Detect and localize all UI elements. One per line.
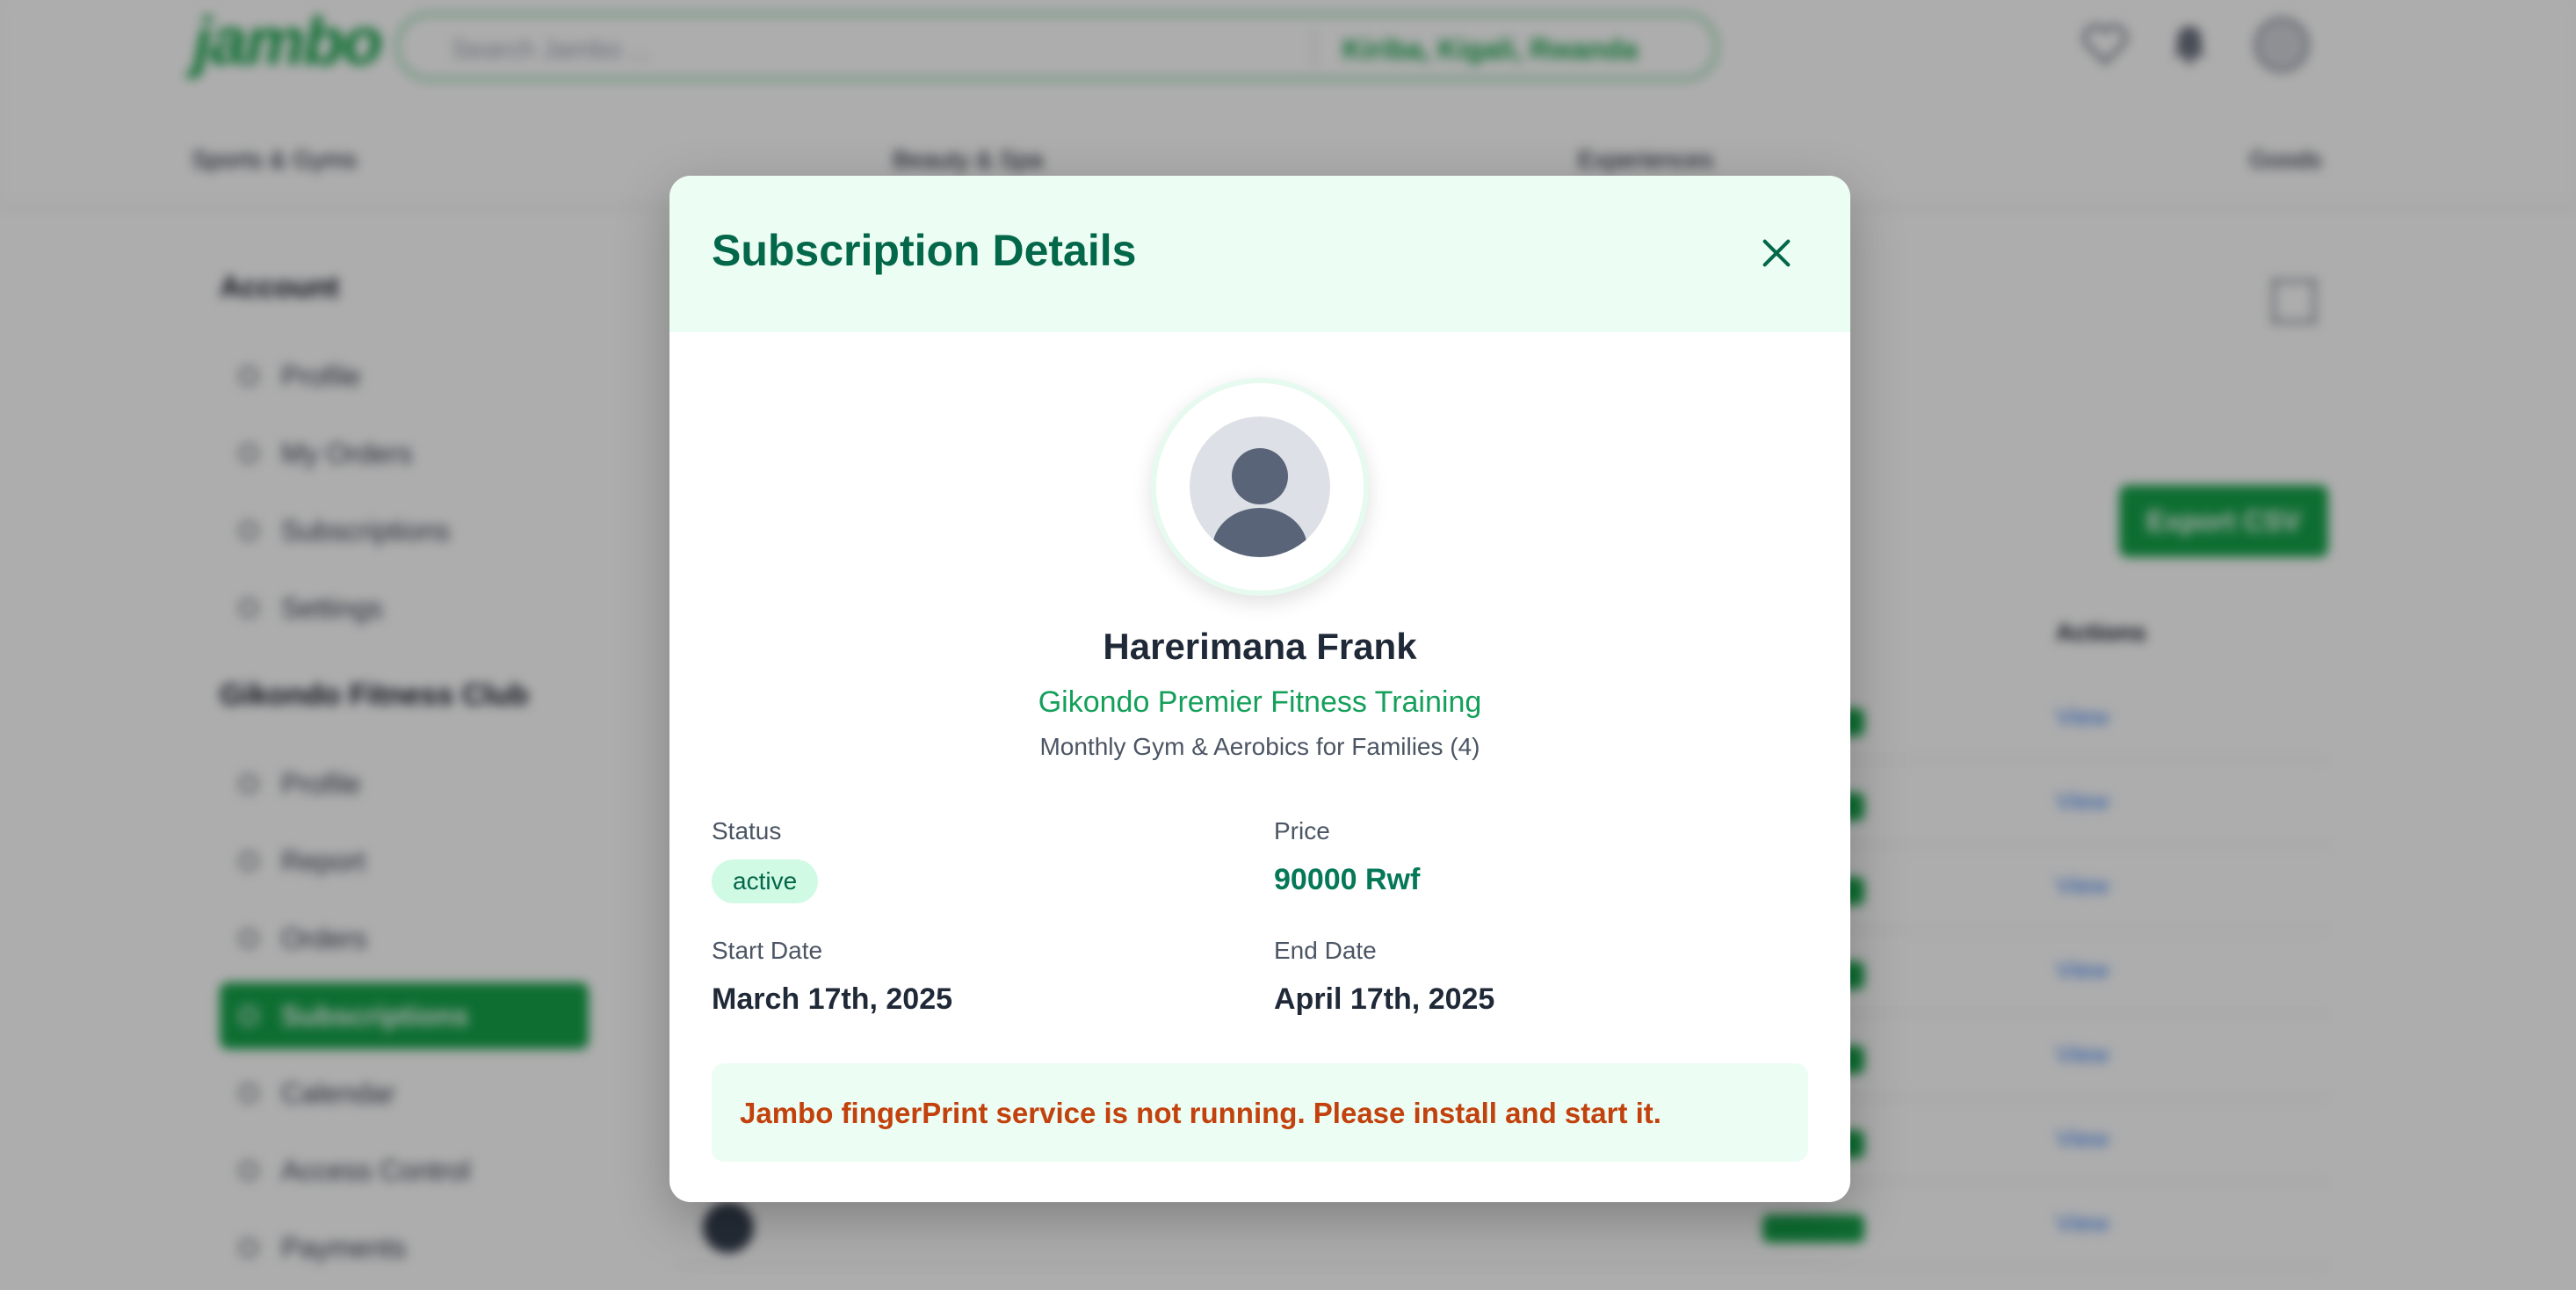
start-date-label: Start Date xyxy=(712,937,823,964)
start-date-value: March 17th, 2025 xyxy=(712,982,953,1016)
member-avatar xyxy=(1151,378,1369,596)
price-value: 90000 Rwf xyxy=(1274,863,1421,896)
price-label: Price xyxy=(1274,817,1330,844)
close-button[interactable] xyxy=(1741,218,1812,288)
modal-title: Subscription Details xyxy=(712,226,1137,275)
modal-header: Subscription Details xyxy=(669,176,1850,332)
member-name: Harerimana Frank xyxy=(1103,626,1417,667)
plan-name: Monthly Gym & Aerobics for Families (4) xyxy=(1039,733,1480,760)
status-badge: active xyxy=(712,859,819,903)
end-date-value: April 17th, 2025 xyxy=(1274,982,1495,1016)
user-silhouette-icon xyxy=(1190,417,1330,557)
status-label: Status xyxy=(712,817,782,844)
fingerprint-alert: Jambo fingerPrint service is not running… xyxy=(712,1063,1808,1162)
gym-name: Gikondo Premier Fitness Training xyxy=(1038,685,1482,719)
alert-message: Jambo fingerPrint service is not running… xyxy=(740,1097,1661,1129)
subscription-details-modal: Subscription Details Harerimana Frank Gi… xyxy=(669,176,1850,1202)
close-icon xyxy=(1762,239,1791,267)
end-date-label: End Date xyxy=(1274,937,1377,964)
